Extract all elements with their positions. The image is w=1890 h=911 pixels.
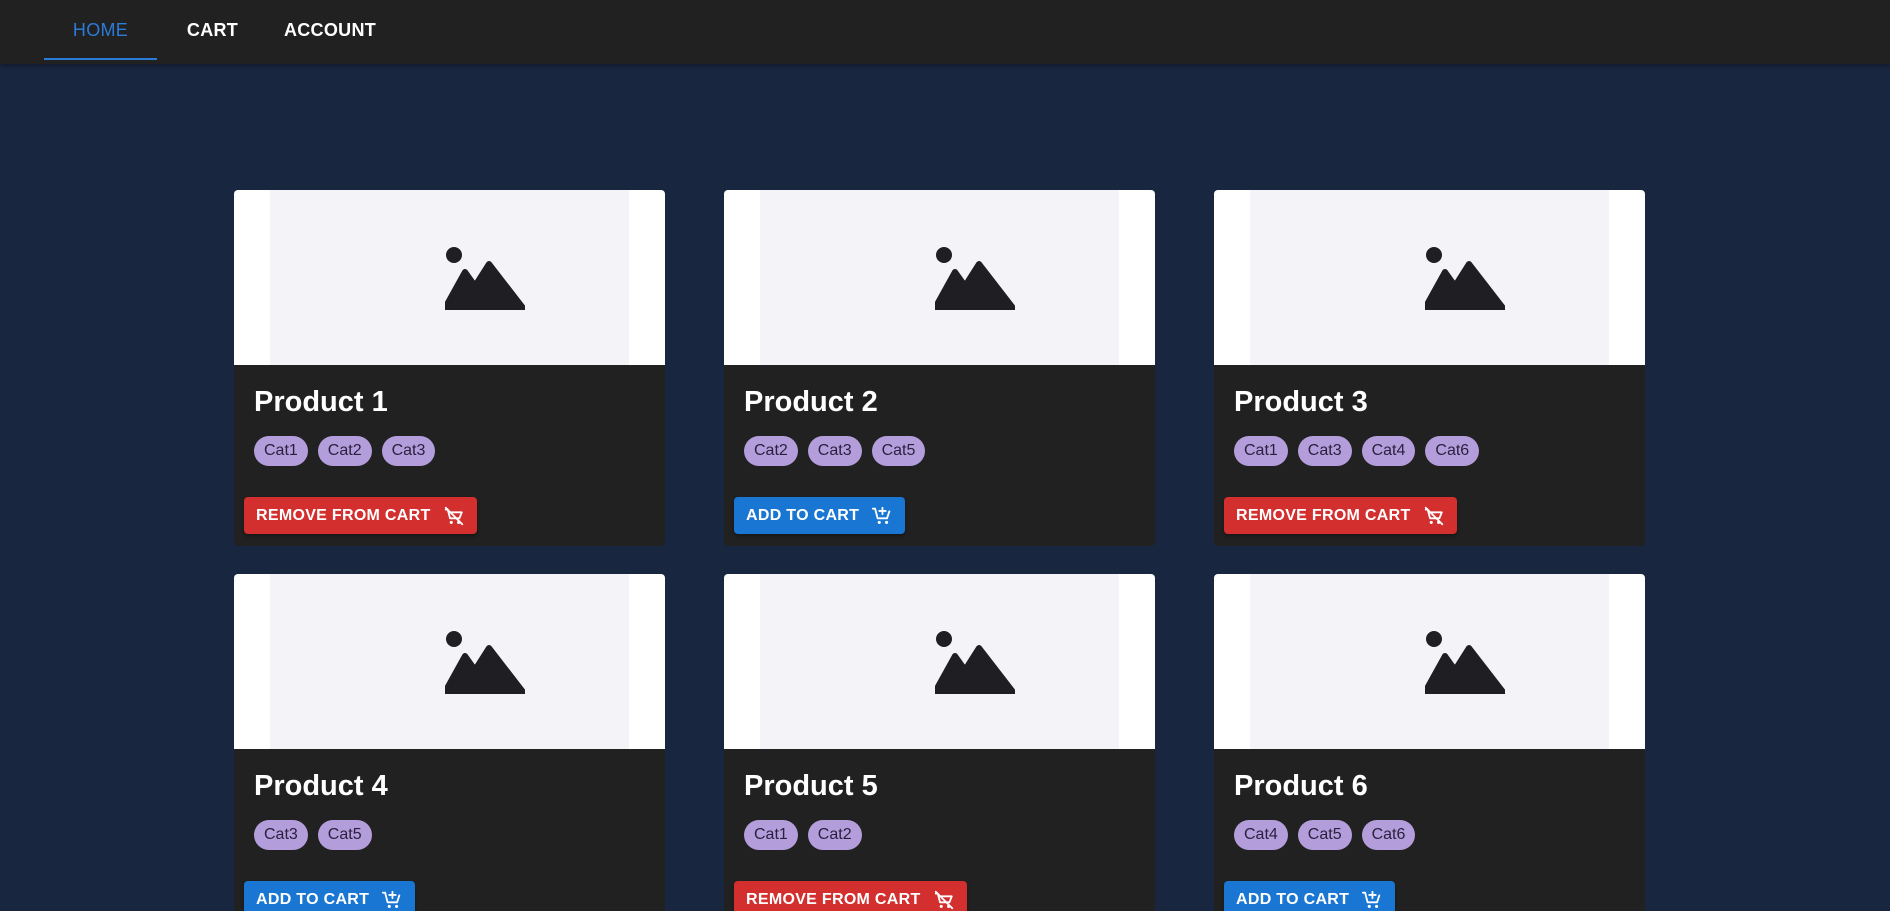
category-chip[interactable]: Cat1 bbox=[744, 820, 798, 850]
remove-from-cart-button[interactable]: REMOVE FROM CART bbox=[734, 881, 967, 911]
image-placeholder bbox=[270, 574, 629, 749]
product-image bbox=[724, 190, 1155, 365]
button-label: ADD TO CART bbox=[256, 890, 370, 908]
tab-cart[interactable]: CART bbox=[177, 0, 248, 60]
category-chip[interactable]: Cat1 bbox=[254, 436, 308, 466]
remove-shopping-cart-icon bbox=[444, 506, 463, 525]
image-placeholder bbox=[760, 574, 1119, 749]
category-chip[interactable]: Cat3 bbox=[807, 436, 862, 466]
product-image bbox=[234, 574, 665, 749]
product-card: Product 1 Cat1 Cat2 Cat3 REMOVE FROM CAR… bbox=[234, 190, 665, 546]
add-shopping-cart-icon bbox=[872, 506, 891, 524]
product-title: Product 5 bbox=[744, 770, 878, 802]
category-chip[interactable]: Cat2 bbox=[317, 436, 372, 466]
image-placeholder-icon bbox=[935, 247, 1015, 310]
button-label: ADD TO CART bbox=[746, 506, 860, 524]
remove-shopping-cart-icon bbox=[934, 890, 953, 909]
button-label: REMOVE FROM CART bbox=[1236, 506, 1411, 524]
product-image bbox=[1214, 574, 1645, 749]
category-chip[interactable]: Cat2 bbox=[807, 820, 862, 850]
category-chip[interactable]: Cat2 bbox=[744, 436, 798, 466]
product-title: Product 6 bbox=[1234, 770, 1368, 802]
product-image bbox=[234, 190, 665, 365]
add-shopping-cart-icon bbox=[1362, 890, 1381, 908]
image-placeholder-icon bbox=[1425, 247, 1505, 310]
tab-home[interactable]: HOME bbox=[44, 0, 157, 60]
image-placeholder bbox=[760, 190, 1119, 365]
image-placeholder-icon bbox=[445, 631, 525, 694]
product-image bbox=[1214, 190, 1645, 365]
category-chip[interactable]: Cat6 bbox=[1361, 820, 1416, 850]
button-label: REMOVE FROM CART bbox=[256, 506, 431, 524]
remove-from-cart-button[interactable]: REMOVE FROM CART bbox=[1224, 497, 1457, 534]
remove-from-cart-button[interactable]: REMOVE FROM CART bbox=[244, 497, 477, 534]
product-card: Product 2 Cat2 Cat3 Cat5 ADD TO CART bbox=[724, 190, 1155, 546]
category-chip[interactable]: Cat4 bbox=[1234, 820, 1288, 850]
product-title: Product 1 bbox=[254, 386, 388, 418]
category-chip[interactable]: Cat5 bbox=[1297, 820, 1352, 850]
product-card: Product 5 Cat1 Cat2 REMOVE FROM CART bbox=[724, 574, 1155, 911]
product-card: Product 4 Cat3 Cat5 ADD TO CART bbox=[234, 574, 665, 911]
image-placeholder bbox=[270, 190, 629, 365]
add-to-cart-button[interactable]: ADD TO CART bbox=[1224, 881, 1396, 911]
product-title: Product 2 bbox=[744, 386, 878, 418]
product-card: Product 3 Cat1 Cat3 Cat4 Cat6 REMOVE FRO… bbox=[1214, 190, 1645, 546]
add-to-cart-button[interactable]: ADD TO CART bbox=[734, 497, 906, 534]
product-title: Product 3 bbox=[1234, 386, 1368, 418]
remove-shopping-cart-icon bbox=[1424, 506, 1443, 525]
tab-account[interactable]: ACCOUNT bbox=[280, 0, 380, 60]
top-app-bar: HOME CART ACCOUNT bbox=[0, 0, 1890, 64]
product-title: Product 4 bbox=[254, 770, 388, 802]
category-chips: Cat1 Cat2 bbox=[744, 820, 862, 850]
image-placeholder-icon bbox=[935, 631, 1015, 694]
category-chip[interactable]: Cat5 bbox=[317, 820, 372, 850]
category-chip[interactable]: Cat6 bbox=[1425, 436, 1480, 466]
image-placeholder-icon bbox=[1425, 631, 1505, 694]
category-chip[interactable]: Cat5 bbox=[871, 436, 926, 466]
button-label: ADD TO CART bbox=[1236, 890, 1350, 908]
category-chip[interactable]: Cat1 bbox=[1234, 436, 1288, 466]
category-chips: Cat3 Cat5 bbox=[254, 820, 372, 850]
category-chips: Cat1 Cat3 Cat4 Cat6 bbox=[1234, 436, 1480, 466]
category-chips: Cat4 Cat5 Cat6 bbox=[1234, 820, 1416, 850]
category-chips: Cat1 Cat2 Cat3 bbox=[254, 436, 436, 466]
product-image bbox=[724, 574, 1155, 749]
category-chip[interactable]: Cat3 bbox=[1297, 436, 1352, 466]
category-chip[interactable]: Cat3 bbox=[381, 436, 436, 466]
active-tab-indicator bbox=[44, 58, 157, 60]
image-placeholder-icon bbox=[445, 247, 525, 310]
button-label: REMOVE FROM CART bbox=[746, 890, 921, 908]
product-card: Product 6 Cat4 Cat5 Cat6 ADD TO CART bbox=[1214, 574, 1645, 911]
image-placeholder bbox=[1250, 574, 1609, 749]
category-chip[interactable]: Cat3 bbox=[254, 820, 308, 850]
product-grid: Product 1 Cat1 Cat2 Cat3 REMOVE FROM CAR… bbox=[234, 190, 1646, 911]
image-placeholder bbox=[1250, 190, 1609, 365]
add-shopping-cart-icon bbox=[382, 890, 401, 908]
add-to-cart-button[interactable]: ADD TO CART bbox=[244, 881, 416, 911]
category-chips: Cat2 Cat3 Cat5 bbox=[744, 436, 926, 466]
category-chip[interactable]: Cat4 bbox=[1361, 436, 1416, 466]
